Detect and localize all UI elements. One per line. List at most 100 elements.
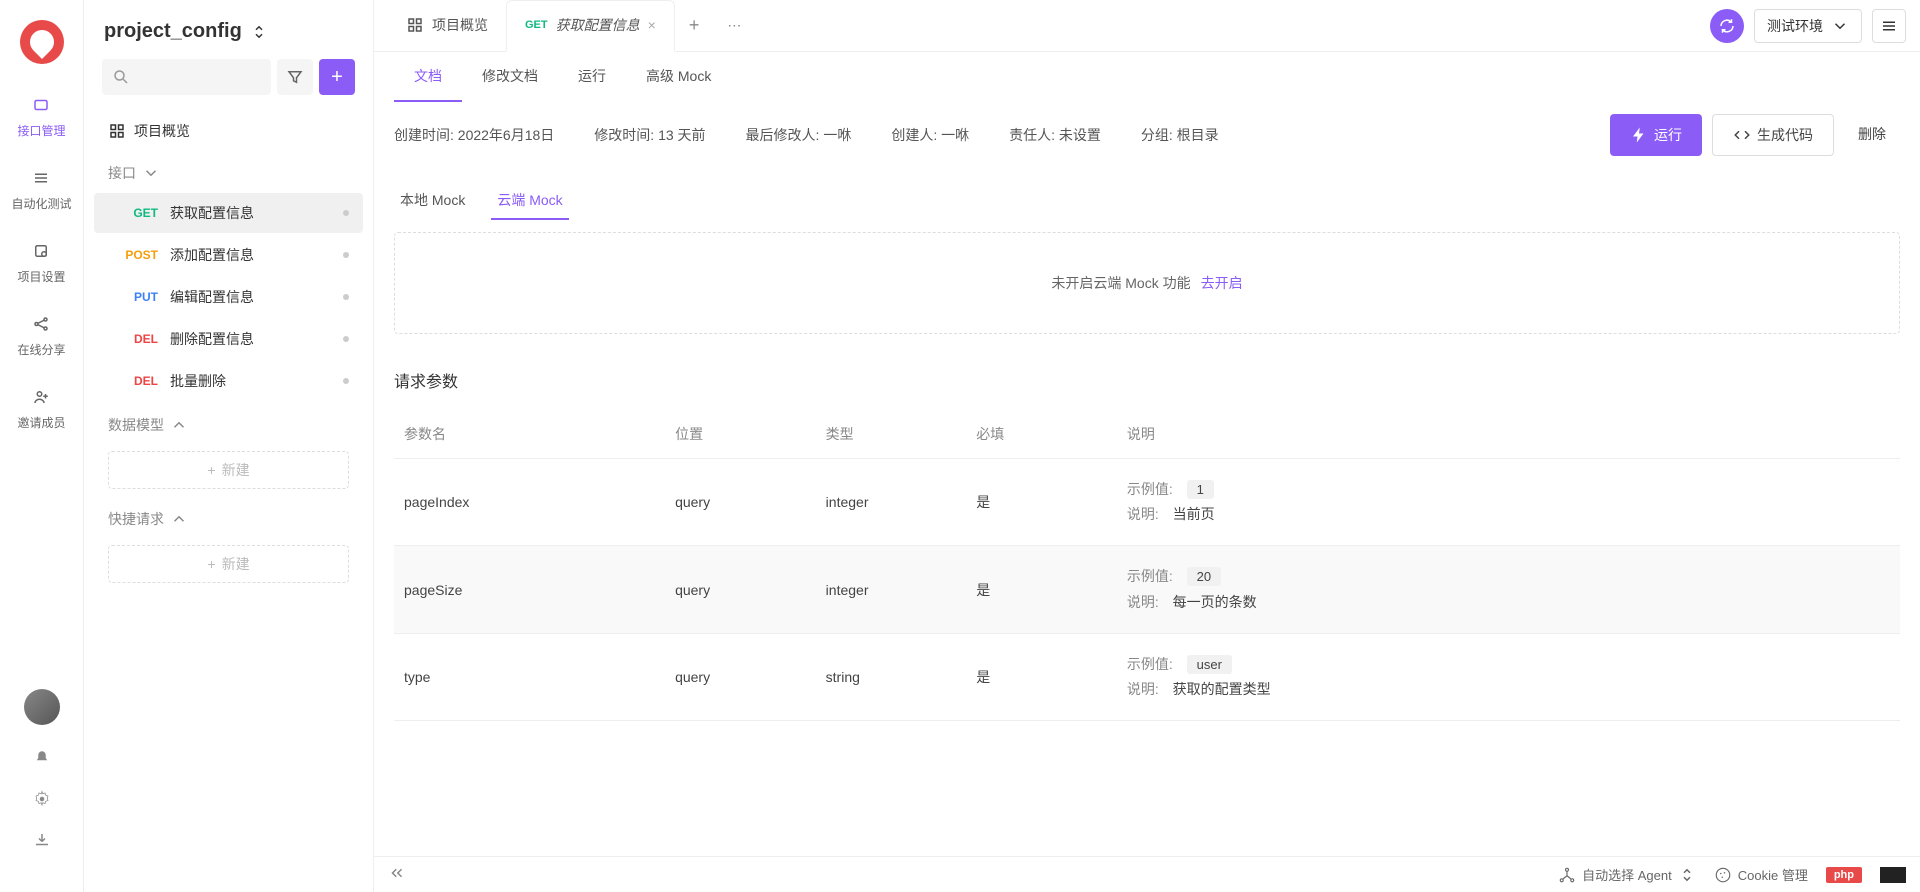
rail-project-settings[interactable]: 项目设置 bbox=[17, 240, 65, 285]
black-badge bbox=[1880, 867, 1906, 883]
overview-label: 项目概览 bbox=[134, 121, 190, 141]
param-required: 是 bbox=[966, 546, 1117, 633]
th-type: 类型 bbox=[816, 410, 967, 459]
add-button[interactable]: + bbox=[319, 59, 355, 95]
app-logo[interactable] bbox=[20, 20, 64, 64]
param-type: integer bbox=[816, 459, 967, 546]
param-desc-cell: 示例值: 1 说明: 当前页 bbox=[1117, 459, 1900, 546]
status-dot bbox=[343, 336, 349, 342]
section-api-header[interactable]: 接口 bbox=[94, 151, 363, 191]
chevron-updown-icon bbox=[250, 23, 268, 41]
new-quick-request-button[interactable]: + 新建 bbox=[108, 545, 349, 583]
user-avatar[interactable] bbox=[24, 689, 60, 725]
status-dot bbox=[343, 210, 349, 216]
run-button[interactable]: 运行 bbox=[1610, 114, 1702, 156]
refresh-button[interactable] bbox=[1710, 9, 1744, 43]
sidebar-api-item[interactable]: PUT 编辑配置信息 bbox=[94, 277, 363, 317]
delete-button[interactable]: 删除 bbox=[1844, 114, 1900, 156]
enable-mock-link[interactable]: 去开启 bbox=[1201, 273, 1243, 293]
request-params-title: 请求参数 bbox=[374, 358, 1920, 402]
sub-tabs: 文档 修改文档 运行 高级 Mock bbox=[374, 52, 1920, 102]
sub-tab-edit-doc[interactable]: 修改文档 bbox=[462, 52, 558, 102]
mock-tab-local[interactable]: 本地 Mock bbox=[394, 182, 471, 220]
main-area: 项目概览 GET 获取配置信息 × + ⋯ 测试环境 文档 修改文档 运行 高级… bbox=[374, 0, 1920, 892]
table-row: type query string 是 示例值: user 说明: 获取的配置类… bbox=[394, 633, 1900, 720]
rail-share[interactable]: 在线分享 bbox=[17, 313, 65, 358]
sub-tab-doc[interactable]: 文档 bbox=[394, 52, 462, 102]
cookie-manager[interactable]: Cookie 管理 bbox=[1714, 865, 1808, 884]
bell-icon[interactable] bbox=[33, 749, 51, 770]
settings-icon bbox=[30, 240, 52, 262]
plus-icon: + bbox=[207, 556, 215, 572]
menu-button[interactable] bbox=[1872, 9, 1906, 43]
rail-invite[interactable]: 邀请成员 bbox=[17, 386, 65, 431]
sidebar-overview-link[interactable]: 项目概览 bbox=[94, 111, 363, 151]
sidebar-api-item[interactable]: DEL 删除配置信息 bbox=[94, 319, 363, 359]
sidebar-api-item[interactable]: DEL 批量删除 bbox=[94, 361, 363, 401]
sidebar-api-item[interactable]: POST 添加配置信息 bbox=[94, 235, 363, 275]
chevron-double-left-icon bbox=[388, 864, 406, 882]
th-location: 位置 bbox=[665, 410, 816, 459]
rail-label: 邀请成员 bbox=[17, 414, 65, 431]
lightning-icon bbox=[1630, 126, 1648, 144]
more-tabs-button[interactable]: ⋯ bbox=[713, 17, 755, 34]
table-row: pageIndex query integer 是 示例值: 1 说明: 当前页 bbox=[394, 459, 1900, 546]
rail-automation-test[interactable]: 自动化测试 bbox=[11, 167, 71, 212]
chevron-up-icon bbox=[170, 510, 188, 528]
api-method-label: POST bbox=[108, 248, 158, 262]
param-location: query bbox=[665, 459, 816, 546]
add-tab-button[interactable]: + bbox=[675, 15, 714, 36]
param-type: integer bbox=[816, 546, 967, 633]
chevron-up-icon bbox=[170, 416, 188, 434]
search-input[interactable] bbox=[102, 59, 271, 95]
api-name-label: 编辑配置信息 bbox=[170, 287, 343, 307]
project-title[interactable]: project_config bbox=[94, 20, 363, 59]
mock-tabs: 本地 Mock 云端 Mock bbox=[374, 168, 1920, 220]
environment-select[interactable]: 测试环境 bbox=[1754, 9, 1862, 43]
new-data-model-button[interactable]: + 新建 bbox=[108, 451, 349, 489]
mock-not-enabled-text: 未开启云端 Mock 功能 bbox=[1051, 273, 1190, 293]
section-quick-request-header[interactable]: 快捷请求 bbox=[94, 497, 363, 537]
tab-overview[interactable]: 项目概览 bbox=[388, 0, 506, 52]
meta-owner: 责任人: 未设置 bbox=[1009, 125, 1101, 145]
sub-tab-run[interactable]: 运行 bbox=[558, 52, 626, 102]
code-icon bbox=[1733, 126, 1751, 144]
param-name: pageIndex bbox=[394, 459, 665, 546]
filter-button[interactable] bbox=[277, 59, 313, 95]
footer-right: 自动选择 Agent Cookie 管理 php bbox=[1558, 865, 1906, 884]
php-badge: php bbox=[1826, 867, 1862, 883]
param-desc-cell: 示例值: 20 说明: 每一页的条数 bbox=[1117, 546, 1900, 633]
table-header-row: 参数名 位置 类型 必填 说明 bbox=[394, 410, 1900, 459]
generate-code-button[interactable]: 生成代码 bbox=[1712, 114, 1834, 156]
section-data-model-header[interactable]: 数据模型 bbox=[94, 403, 363, 443]
rail-api-management[interactable]: 接口管理 bbox=[17, 94, 65, 139]
rail-bottom bbox=[24, 689, 60, 872]
api-icon bbox=[30, 94, 52, 116]
tab-active-api[interactable]: GET 获取配置信息 × bbox=[506, 0, 675, 52]
th-name: 参数名 bbox=[394, 410, 665, 459]
mock-not-enabled-box: 未开启云端 Mock 功能 去开启 bbox=[394, 232, 1900, 334]
gear-icon[interactable] bbox=[33, 790, 51, 811]
sub-tab-advanced-mock[interactable]: 高级 Mock bbox=[626, 52, 731, 102]
param-desc-cell: 示例值: user 说明: 获取的配置类型 bbox=[1117, 633, 1900, 720]
meta-modified: 修改时间: 13 天前 bbox=[594, 125, 705, 145]
refresh-icon bbox=[1718, 17, 1736, 35]
download-icon[interactable] bbox=[33, 831, 51, 852]
api-method-label: DEL bbox=[108, 374, 158, 388]
th-required: 必填 bbox=[966, 410, 1117, 459]
api-method-label: DEL bbox=[108, 332, 158, 346]
filter-icon bbox=[286, 68, 304, 86]
collapse-button[interactable] bbox=[388, 864, 406, 885]
sidebar-api-item[interactable]: GET 获取配置信息 bbox=[94, 193, 363, 233]
th-desc: 说明 bbox=[1117, 410, 1900, 459]
rail-label: 接口管理 bbox=[17, 122, 65, 139]
params-table: 参数名 位置 类型 必填 说明 pageIndex query integer … bbox=[394, 410, 1900, 721]
search-row: + bbox=[94, 59, 363, 111]
param-location: query bbox=[665, 633, 816, 720]
meta-actions: 运行 生成代码 删除 bbox=[1610, 114, 1900, 156]
agent-selector[interactable]: 自动选择 Agent bbox=[1558, 865, 1696, 884]
rail-label: 在线分享 bbox=[17, 341, 65, 358]
meta-created: 创建时间: 2022年6月18日 bbox=[394, 125, 554, 145]
close-icon[interactable]: × bbox=[648, 17, 656, 33]
mock-tab-cloud[interactable]: 云端 Mock bbox=[491, 182, 568, 220]
